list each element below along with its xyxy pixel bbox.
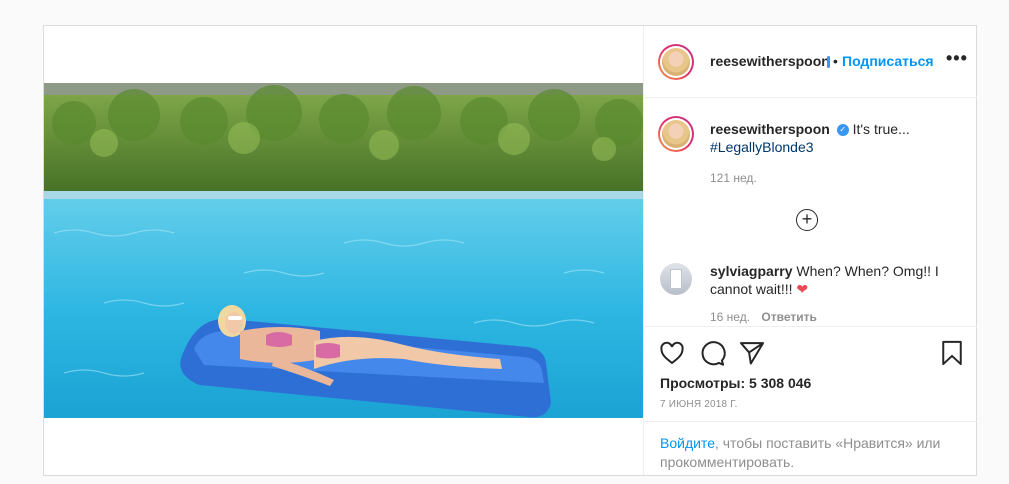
- caption-username[interactable]: reesewitherspoon: [710, 121, 830, 137]
- view-count: Просмотры: 5 308 046: [660, 375, 812, 391]
- author-username[interactable]: reesewitherspoon: [710, 53, 830, 69]
- caption-hashtag[interactable]: #LegallyBlonde3: [710, 139, 814, 155]
- commenter-avatar[interactable]: [660, 263, 692, 295]
- header-separator: •: [833, 53, 838, 69]
- reply-button[interactable]: Ответить: [761, 310, 816, 324]
- comment-username[interactable]: sylviagparry: [710, 263, 793, 279]
- caption-time[interactable]: 121 нед.: [710, 171, 960, 185]
- verified-badge-icon: [827, 56, 830, 68]
- comments-section: reesewitherspoon ✓ It's true... #Legally…: [644, 98, 977, 326]
- post-video[interactable]: [44, 83, 643, 418]
- post-actions: Просмотры: 5 308 046 7 ИЮНЯ 2018 Г.: [644, 326, 977, 421]
- login-link[interactable]: Войдите: [660, 435, 715, 451]
- bookmark-icon[interactable]: [938, 339, 966, 367]
- heart-emoji: ❤: [796, 281, 809, 297]
- caption: reesewitherspoon ✓ It's true... #Legally…: [710, 120, 960, 185]
- comment-time[interactable]: 16 нед.: [710, 310, 750, 324]
- caption-text: It's true...: [852, 121, 910, 137]
- follow-button[interactable]: Подписаться: [842, 53, 934, 69]
- more-options-icon[interactable]: •••: [946, 48, 968, 69]
- verified-badge-icon: ✓: [836, 124, 849, 137]
- plus-circle-icon[interactable]: +: [796, 209, 818, 231]
- post-header: reesewitherspoon • Подписаться •••: [644, 26, 977, 98]
- post-side-panel: reesewitherspoon • Подписаться ••• reese…: [643, 26, 977, 475]
- caption-author-avatar[interactable]: [658, 116, 694, 152]
- post-media: [44, 26, 643, 475]
- comment-item: sylviagparry When? When? Omg!! I cannot …: [710, 262, 960, 324]
- author-avatar[interactable]: [658, 44, 694, 80]
- instagram-post: reesewitherspoon • Подписаться ••• reese…: [43, 25, 977, 476]
- caption-avatar-image: [662, 120, 690, 148]
- paper-plane-icon[interactable]: [738, 339, 766, 367]
- author-avatar-image: [662, 48, 690, 76]
- pool-video-frame: [44, 83, 643, 418]
- comment-icon[interactable]: [698, 339, 726, 367]
- heart-icon[interactable]: [658, 339, 686, 367]
- post-date[interactable]: 7 ИЮНЯ 2018 Г.: [660, 399, 738, 410]
- login-prompt: Войдите, чтобы поставить «Нравится» или …: [644, 421, 977, 475]
